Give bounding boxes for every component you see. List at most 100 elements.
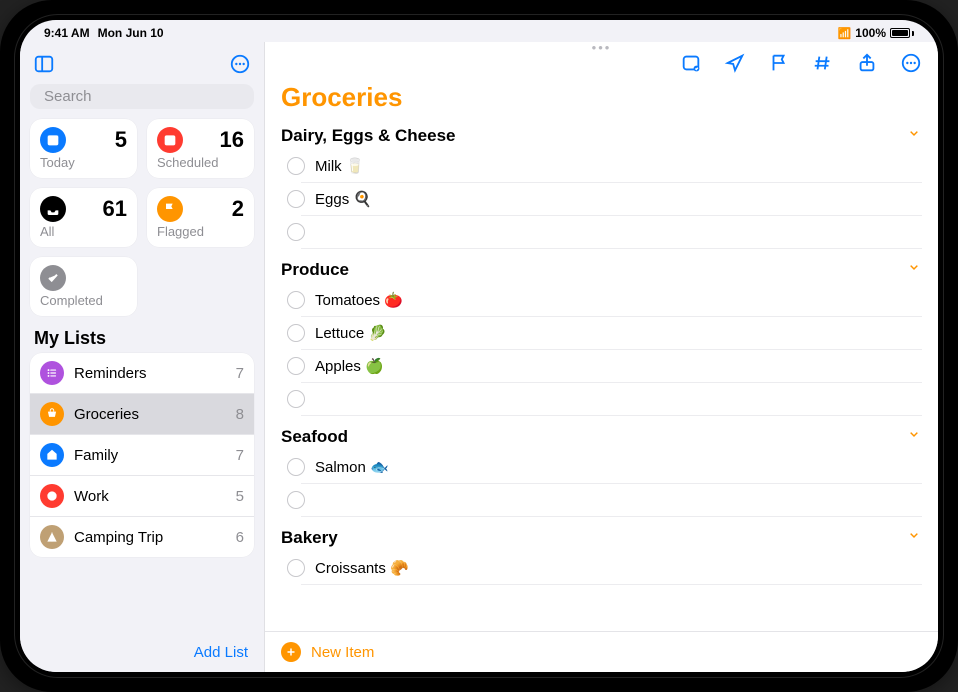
tags-button[interactable] [810, 50, 836, 76]
flag-button[interactable] [766, 50, 792, 76]
reminder-row[interactable]: Tomatoes 🍅 [301, 284, 922, 317]
complete-toggle[interactable] [287, 458, 305, 476]
wifi-icon [838, 26, 852, 40]
smartlist-count: 61 [103, 196, 127, 222]
sidebar: 5 Today 16 Scheduled 6 [20, 42, 265, 672]
list-icon [40, 361, 64, 385]
battery-percent: 100% [855, 26, 886, 40]
mylists: Reminders7 Groceries 8 Family 7 Work 5 Camping … [30, 353, 254, 557]
list-name: Work [74, 488, 226, 505]
list-count: 8 [236, 406, 244, 423]
smartlist-label: Completed [40, 293, 127, 308]
battery-icon [890, 28, 914, 38]
smartlist-flagged[interactable]: 2 Flagged [147, 188, 254, 247]
chevron-down-icon [906, 259, 922, 280]
smartlist-label: Scheduled [157, 155, 244, 170]
section-header[interactable]: Seafood [281, 422, 922, 451]
smartlist-label: Today [40, 155, 127, 170]
complete-toggle[interactable] [287, 559, 305, 577]
section-name: Seafood [281, 427, 348, 447]
status-time: 9:41 AM [44, 26, 90, 40]
list-icon [40, 402, 64, 426]
list-icon [40, 443, 64, 467]
calendar-today-icon [40, 127, 66, 153]
chevron-down-icon [906, 426, 922, 447]
complete-toggle[interactable] [287, 357, 305, 375]
reminder-title: Apples 🍏 [315, 357, 384, 375]
reminder-row[interactable]: Salmon 🐟 [301, 451, 922, 484]
complete-toggle[interactable] [287, 491, 305, 509]
status-date: Mon Jun 10 [98, 26, 164, 40]
new-item-label: New Item [311, 644, 374, 661]
smartlist-count: 2 [232, 196, 244, 222]
reminder-title: Croissants 🥐 [315, 559, 409, 577]
smartlist-label: Flagged [157, 224, 244, 239]
list-row-reminders[interactable]: Reminders7 [30, 353, 254, 394]
complete-toggle[interactable] [287, 157, 305, 175]
reminder-row[interactable]: Apples 🍏 [301, 350, 922, 383]
share-button[interactable] [854, 50, 880, 76]
list-row-family[interactable]: Family 7 [30, 435, 254, 476]
list-name: Groceries [74, 406, 226, 423]
list-title: Groceries [265, 78, 938, 121]
section-name: Bakery [281, 528, 338, 548]
smartlist-scheduled[interactable]: 16 Scheduled [147, 119, 254, 178]
reminder-row[interactable]: Lettuce 🥬 [301, 317, 922, 350]
reminder-row[interactable]: Milk 🥛 [301, 150, 922, 183]
list-name: Camping Trip [74, 529, 226, 546]
reminder-row[interactable] [301, 216, 922, 249]
checkmark-icon [40, 265, 66, 291]
chevron-down-icon [906, 527, 922, 548]
status-bar: 9:41 AM Mon Jun 10 100% [20, 20, 938, 42]
complete-toggle[interactable] [287, 223, 305, 241]
search-input[interactable] [44, 88, 243, 105]
list-row-groceries[interactable]: Groceries 8 [30, 394, 254, 435]
plus-icon [281, 642, 301, 662]
smartlist-label: All [40, 224, 127, 239]
add-list-button[interactable]: Add List [194, 644, 248, 661]
list-count: 6 [236, 529, 244, 546]
toggle-sidebar-button[interactable] [30, 50, 58, 78]
list-row-work[interactable]: Work 5 [30, 476, 254, 517]
detail-more-button[interactable] [898, 50, 924, 76]
reminder-row[interactable] [301, 383, 922, 416]
section-name: Dairy, Eggs & Cheese [281, 126, 455, 146]
reminder-title: Milk 🥛 [315, 157, 365, 175]
calendar-icon [157, 127, 183, 153]
toggle-completed-button[interactable] [678, 50, 704, 76]
multitasking-dots-icon[interactable]: ••• [592, 42, 612, 55]
list-icon [40, 484, 64, 508]
reminder-title: Eggs 🍳 [315, 190, 372, 208]
complete-toggle[interactable] [287, 324, 305, 342]
reminder-title: Salmon 🐟 [315, 458, 389, 476]
reminder-row[interactable] [301, 484, 922, 517]
complete-toggle[interactable] [287, 190, 305, 208]
smartlist-all[interactable]: 61 All [30, 188, 137, 247]
smartlist-completed[interactable]: Completed [30, 257, 137, 316]
location-button[interactable] [722, 50, 748, 76]
new-item-button[interactable]: New Item [265, 631, 938, 672]
reminder-row[interactable]: Croissants 🥐 [301, 552, 922, 585]
smartlist-today[interactable]: 5 Today [30, 119, 137, 178]
complete-toggle[interactable] [287, 390, 305, 408]
mylists-heading: My Lists [34, 328, 250, 349]
section-name: Produce [281, 260, 349, 280]
smartlist-count: 5 [115, 127, 127, 153]
chevron-down-icon [906, 125, 922, 146]
section-header[interactable]: Bakery [281, 523, 922, 552]
list-row-camping-trip[interactable]: Camping Trip 6 [30, 517, 254, 557]
flag-icon [157, 196, 183, 222]
list-icon [40, 525, 64, 549]
list-count: 7 [236, 447, 244, 464]
tray-icon [40, 196, 66, 222]
reminder-row[interactable]: Eggs 🍳 [301, 183, 922, 216]
smartlist-count: 16 [220, 127, 244, 153]
complete-toggle[interactable] [287, 291, 305, 309]
sidebar-more-button[interactable] [226, 50, 254, 78]
list-name: Family [74, 447, 226, 464]
section-header[interactable]: Produce [281, 255, 922, 284]
list-count: 5 [236, 488, 244, 505]
section-header[interactable]: Dairy, Eggs & Cheese [281, 121, 922, 150]
search-field[interactable] [30, 84, 254, 109]
list-count: 7 [236, 365, 244, 382]
